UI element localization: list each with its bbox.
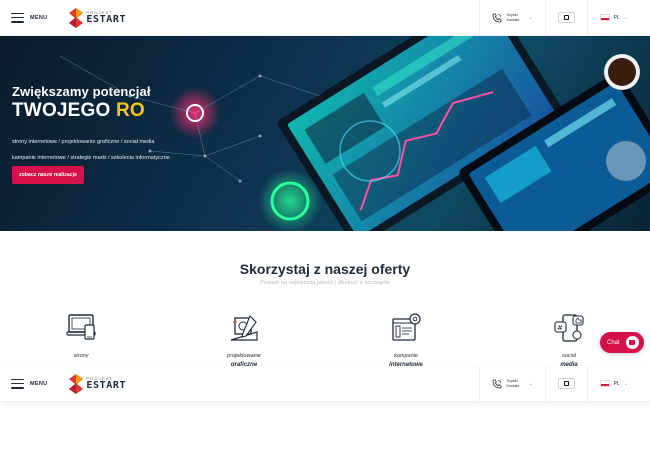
phone-icon: [493, 379, 502, 388]
poland-flag-icon: [599, 14, 610, 21]
logo[interactable]: PROJEKT ESTART: [69, 373, 127, 394]
offer-item-social-media[interactable]: # social media: [539, 312, 599, 368]
hero-services-line-1: strony internetowe / projektowanie grafi…: [12, 139, 155, 145]
language-code: PL: [613, 14, 620, 21]
offer-label-1: kampanie: [394, 353, 418, 359]
quick-contact-button[interactable]: Szybki Kontakt ⌄: [479, 0, 544, 36]
menu-label: MENU: [30, 380, 48, 387]
sticky-header: MENU PROJEKT ESTART Szybki Kontakt ⌄ PL: [0, 365, 650, 402]
campaign-icon: [392, 313, 421, 341]
social-media-icon: #: [554, 314, 584, 342]
design-tools-icon: [230, 315, 258, 341]
hero-text: Zwiększamy potencjał TWOJEGO RO strony i…: [12, 84, 202, 167]
offer-item-campaigns[interactable]: kampanie internetowe: [376, 312, 436, 368]
poland-flag-icon: [599, 380, 610, 387]
logo-big-text: ESTART: [86, 13, 127, 25]
hero-services-line-2: kampanie internetowe / strategie marki /…: [12, 154, 170, 161]
contrast-toggle-button[interactable]: [557, 12, 575, 23]
offer-label-1: projektowanie: [227, 353, 261, 359]
hero-headline-word: TWOJEGO: [12, 100, 111, 121]
quick-contact-label: Szybki Kontakt: [506, 378, 520, 388]
offer-item-graphic-design[interactable]: projektowanie graficzne: [214, 312, 274, 368]
chevron-down-icon: ⌄: [623, 14, 628, 21]
hamburger-icon: [11, 378, 24, 389]
hero-headline-accent: RO: [116, 100, 145, 121]
language-switcher[interactable]: PL ⌄: [586, 0, 650, 36]
chevron-down-icon: ⌄: [528, 380, 533, 387]
offer-item-websites[interactable]: strony: [51, 312, 111, 362]
menu-label: MENU: [30, 14, 48, 21]
contrast-icon: [563, 15, 569, 20]
menu-button[interactable]: MENU: [11, 12, 48, 23]
offer-section-title: Skorzystaj z naszej oferty: [239, 261, 411, 277]
logo-mark-icon: [69, 7, 84, 28]
see-portfolio-button[interactable]: zobacz nasze realizacje: [12, 166, 84, 184]
contrast-toggle-button[interactable]: [557, 378, 575, 389]
menu-button[interactable]: MENU: [11, 378, 48, 389]
chevron-down-icon: ⌄: [528, 14, 533, 21]
hero-headline-big: TWOJEGO RO: [12, 100, 202, 122]
quick-contact-label: Szybki Kontakt: [506, 12, 520, 22]
hero-banner: Zwiększamy potencjał TWOJEGO RO strony i…: [0, 36, 650, 231]
chevron-down-icon: ⌄: [623, 380, 628, 387]
hamburger-icon: [11, 12, 24, 23]
phone-icon: [493, 13, 502, 22]
hero-headline: Zwiększamy potencjał: [12, 84, 151, 99]
chat-button[interactable]: Chat: [600, 332, 644, 353]
language-switcher[interactable]: PL ⌄: [586, 365, 650, 402]
chat-label: Chat: [607, 339, 620, 346]
logo-mark-icon: [69, 373, 84, 394]
language-code: PL: [613, 380, 620, 387]
quick-contact-button[interactable]: Szybki Kontakt ⌄: [479, 365, 544, 402]
hero-services: strony internetowe / projektowanie grafi…: [12, 135, 202, 167]
offer-label-1: strony: [73, 353, 89, 359]
accessibility-cell: [544, 0, 587, 36]
offer-label-1: social: [561, 353, 577, 359]
svg-text:#: #: [557, 324, 563, 332]
site-header: MENU PROJEKT ESTART Szybki Kontakt ⌄ PL: [0, 0, 650, 36]
accessibility-cell: [544, 365, 587, 402]
monitor-icon: [66, 314, 96, 340]
contrast-icon: [563, 381, 569, 386]
offer-section-subtitle: Postaw na najwyższą jakość i dbałość o s…: [260, 280, 390, 286]
logo-big-text: ESTART: [86, 379, 127, 391]
logo[interactable]: PROJEKT ESTART: [69, 7, 127, 28]
chat-bubble-icon: [625, 336, 639, 349]
